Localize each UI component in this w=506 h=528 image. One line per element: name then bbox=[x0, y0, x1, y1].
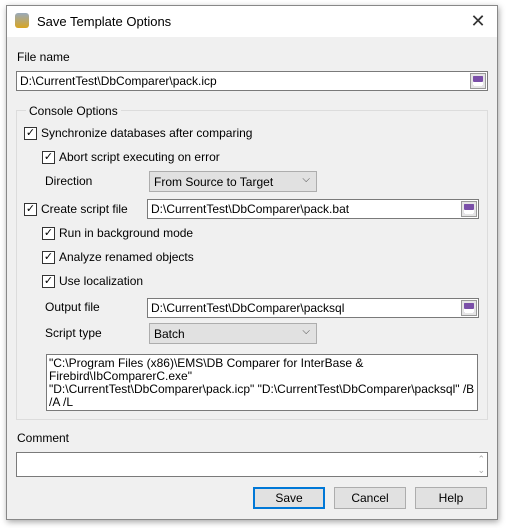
check-icon: ✓ bbox=[24, 202, 37, 216]
check-icon: ✓ bbox=[42, 250, 55, 264]
command-line-2: "D:\CurrentTest\DbComparer\pack.icp" "D:… bbox=[49, 382, 475, 409]
analyze-label: Analyze renamed objects bbox=[59, 250, 194, 264]
synchronize-checkbox[interactable]: ✓ Synchronize databases after comparing bbox=[24, 126, 252, 140]
command-line-textarea[interactable]: "C:\Program Files (x86)\EMS\DB Comparer … bbox=[46, 354, 478, 411]
localization-checkbox[interactable]: ✓ Use localization bbox=[42, 274, 143, 288]
script-file-input[interactable]: D:\CurrentTest\DbComparer\pack.bat bbox=[147, 199, 479, 219]
file-name-label: File name bbox=[17, 50, 70, 64]
script-type-label: Script type bbox=[45, 326, 102, 340]
file-name-value: D:\CurrentTest\DbComparer\pack.icp bbox=[20, 74, 217, 88]
scroll-arrows-icon[interactable]: ⌃ ⌄ bbox=[477, 454, 485, 476]
output-file-label: Output file bbox=[45, 300, 100, 314]
file-name-input[interactable]: D:\CurrentTest\DbComparer\pack.icp bbox=[16, 71, 488, 91]
check-icon: ✓ bbox=[24, 126, 37, 140]
check-icon: ✓ bbox=[42, 150, 55, 164]
abort-label: Abort script executing on error bbox=[59, 150, 220, 164]
save-button[interactable]: Save bbox=[253, 487, 325, 509]
synchronize-label: Synchronize databases after comparing bbox=[41, 126, 253, 140]
close-icon[interactable]: ✕ bbox=[465, 9, 491, 33]
title-bar: Save Template Options ✕ bbox=[7, 6, 497, 37]
save-file-icon[interactable] bbox=[461, 300, 477, 316]
direction-label: Direction bbox=[45, 174, 93, 188]
chevron-down-icon: ⌵ bbox=[302, 174, 310, 185]
output-file-input[interactable]: D:\CurrentTest\DbComparer\packsql bbox=[147, 298, 479, 318]
check-icon: ✓ bbox=[42, 274, 55, 288]
command-line-1: "C:\Program Files (x86)\EMS\DB Comparer … bbox=[49, 356, 364, 383]
save-file-icon[interactable] bbox=[470, 73, 486, 89]
direction-select[interactable]: From Source to Target ⌵ bbox=[149, 171, 317, 192]
output-file-value: D:\CurrentTest\DbComparer\packsql bbox=[151, 301, 345, 315]
abort-checkbox[interactable]: ✓ Abort script executing on error bbox=[42, 150, 220, 164]
console-options-legend: Console Options bbox=[26, 104, 121, 118]
window-title: Save Template Options bbox=[37, 14, 172, 29]
create-script-checkbox[interactable]: ✓ Create script file bbox=[24, 202, 128, 216]
save-file-icon[interactable] bbox=[461, 201, 477, 217]
app-icon bbox=[15, 13, 29, 28]
script-type-select[interactable]: Batch ⌵ bbox=[149, 323, 317, 344]
help-button[interactable]: Help bbox=[415, 487, 487, 509]
check-icon: ✓ bbox=[42, 226, 55, 240]
script-type-value: Batch bbox=[154, 327, 185, 341]
create-script-label: Create script file bbox=[41, 202, 128, 216]
background-label: Run in background mode bbox=[59, 226, 194, 240]
save-template-dialog: Save Template Options ✕ File name D:\Cur… bbox=[6, 5, 498, 520]
direction-value: From Source to Target bbox=[154, 175, 274, 189]
comment-textarea[interactable]: ⌃ ⌄ bbox=[16, 452, 488, 477]
script-file-value: D:\CurrentTest\DbComparer\pack.bat bbox=[151, 202, 350, 216]
cancel-button[interactable]: Cancel bbox=[334, 487, 406, 509]
chevron-down-icon: ⌵ bbox=[302, 326, 310, 337]
background-checkbox[interactable]: ✓ Run in background mode bbox=[42, 226, 193, 240]
comment-label: Comment bbox=[17, 431, 70, 445]
localization-label: Use localization bbox=[59, 274, 144, 288]
analyze-checkbox[interactable]: ✓ Analyze renamed objects bbox=[42, 250, 194, 264]
